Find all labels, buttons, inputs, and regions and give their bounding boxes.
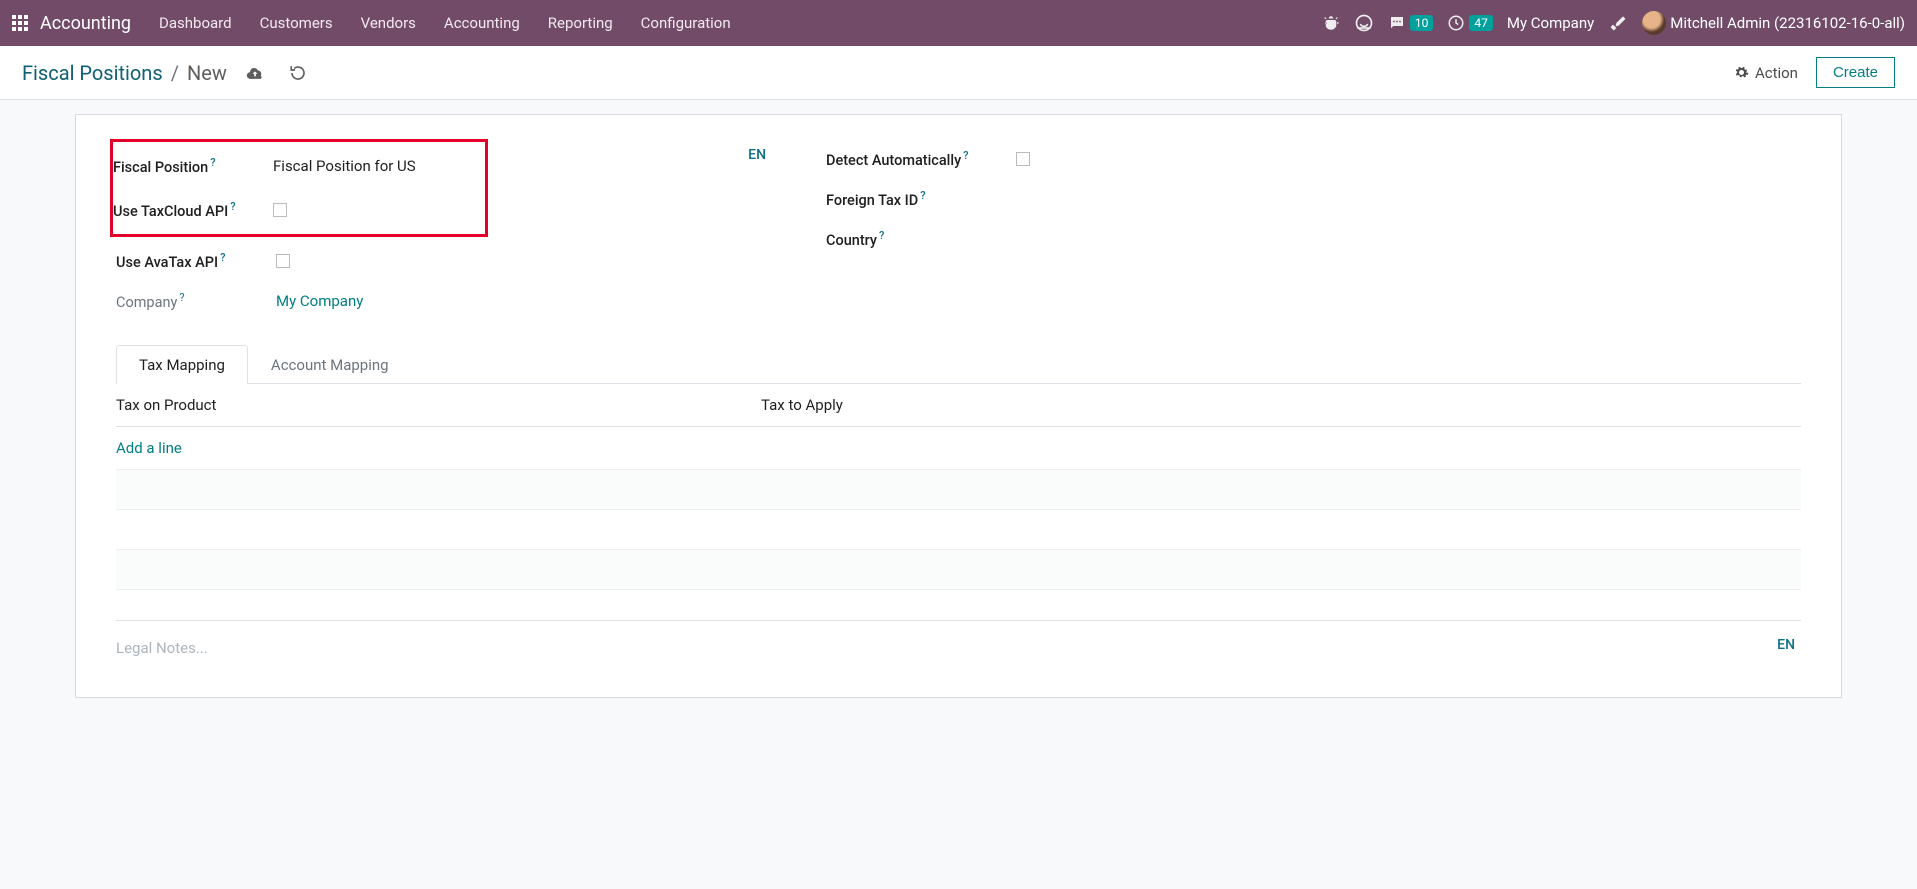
legal-notes-placeholder: Legal Notes... xyxy=(116,639,208,657)
support-icon[interactable] xyxy=(1354,13,1374,33)
use-taxcloud-label: Use TaxCloud API? xyxy=(113,200,273,220)
menu-accounting[interactable]: Accounting xyxy=(444,14,520,32)
navbar-right: 10 47 My Company Mitchell Admin (2231610… xyxy=(1322,11,1905,35)
main-menu: Dashboard Customers Vendors Accounting R… xyxy=(159,14,731,32)
foreign-tax-label: Foreign Tax ID? xyxy=(826,189,1016,209)
help-icon[interactable]: ? xyxy=(920,189,925,202)
form-col-left: Fiscal Position? Fiscal Position for US … xyxy=(116,139,776,321)
field-fiscal-position: Fiscal Position? Fiscal Position for US xyxy=(113,144,479,188)
field-use-avatax: Use AvaTax API? xyxy=(116,241,776,281)
fiscal-position-value[interactable]: Fiscal Position for US xyxy=(273,157,479,175)
field-country: Country? xyxy=(826,219,1801,259)
user-menu[interactable]: Mitchell Admin (22316102-16-0-all) xyxy=(1642,11,1905,35)
control-panel-right: Action Create xyxy=(1734,57,1895,88)
field-use-taxcloud: Use TaxCloud API? xyxy=(113,188,479,232)
use-avatax-checkbox[interactable] xyxy=(276,254,290,268)
detect-auto-checkbox[interactable] xyxy=(1016,152,1030,166)
help-icon[interactable]: ? xyxy=(879,229,884,242)
breadcrumb-sep: / xyxy=(171,61,179,85)
lang-toggle[interactable]: EN xyxy=(748,147,776,163)
tools-icon[interactable] xyxy=(1608,13,1628,33)
notebook-tabs: Tax Mapping Account Mapping xyxy=(116,345,1801,384)
breadcrumb-current: New xyxy=(187,61,227,85)
menu-reporting[interactable]: Reporting xyxy=(548,14,613,32)
action-button[interactable]: Action xyxy=(1734,64,1798,82)
cloud-save-icon[interactable] xyxy=(245,63,265,83)
tab-content: Tax on Product Tax to Apply Add a line xyxy=(116,384,1801,590)
form-sheet: Fiscal Position? Fiscal Position for US … xyxy=(75,114,1842,698)
detect-auto-label: Detect Automatically? xyxy=(826,149,1016,169)
help-icon[interactable]: ? xyxy=(230,200,235,213)
add-a-line[interactable]: Add a line xyxy=(116,427,1801,470)
breadcrumb: Fiscal Positions / New xyxy=(22,61,227,85)
table-row xyxy=(116,550,1801,590)
messages-badge: 10 xyxy=(1410,15,1434,31)
field-foreign-tax: Foreign Tax ID? xyxy=(826,179,1801,219)
help-icon[interactable]: ? xyxy=(210,156,215,169)
help-icon[interactable]: ? xyxy=(179,291,184,304)
menu-configuration[interactable]: Configuration xyxy=(641,14,731,32)
col-tax-to-apply: Tax to Apply xyxy=(761,396,1801,414)
tab-tax-mapping[interactable]: Tax Mapping xyxy=(116,345,248,384)
company-label: Company? xyxy=(116,291,276,311)
use-avatax-value xyxy=(276,254,776,268)
company-switcher[interactable]: My Company xyxy=(1507,14,1594,32)
menu-dashboard[interactable]: Dashboard xyxy=(159,14,232,32)
action-label: Action xyxy=(1755,64,1798,82)
main-content: Fiscal Position? Fiscal Position for US … xyxy=(0,100,1917,738)
table-row xyxy=(116,470,1801,510)
legal-notes-lang-toggle[interactable]: EN xyxy=(1777,637,1795,653)
use-avatax-label: Use AvaTax API? xyxy=(116,251,276,271)
fiscal-position-label: Fiscal Position? xyxy=(113,156,273,176)
apps-icon[interactable] xyxy=(12,15,28,31)
field-company: Company? My Company xyxy=(116,281,776,321)
company-value[interactable]: My Company xyxy=(276,292,776,310)
activities-badge: 47 xyxy=(1469,15,1493,31)
help-icon[interactable]: ? xyxy=(963,149,968,162)
company-link[interactable]: My Company xyxy=(276,292,363,310)
tab-account-mapping[interactable]: Account Mapping xyxy=(248,345,412,384)
use-taxcloud-checkbox[interactable] xyxy=(273,203,287,217)
legal-notes-area[interactable]: Legal Notes... EN xyxy=(116,620,1801,657)
messages-icon[interactable]: 10 xyxy=(1388,14,1434,32)
menu-vendors[interactable]: Vendors xyxy=(361,14,416,32)
breadcrumb-root[interactable]: Fiscal Positions xyxy=(22,61,163,85)
col-tax-on-product: Tax on Product xyxy=(116,396,761,414)
use-taxcloud-value xyxy=(273,203,479,217)
debug-icon[interactable] xyxy=(1322,14,1340,32)
status-icons xyxy=(245,63,307,83)
table-header: Tax on Product Tax to Apply xyxy=(116,384,1801,427)
main-navbar: Accounting Dashboard Customers Vendors A… xyxy=(0,0,1917,46)
user-name: Mitchell Admin (22316102-16-0-all) xyxy=(1670,14,1905,32)
help-icon[interactable]: ? xyxy=(220,251,225,264)
discard-icon[interactable] xyxy=(289,64,307,82)
detect-auto-value xyxy=(1016,152,1801,166)
menu-customers[interactable]: Customers xyxy=(260,14,333,32)
form-row-top: Fiscal Position? Fiscal Position for US … xyxy=(116,139,1801,321)
activities-icon[interactable]: 47 xyxy=(1447,14,1493,32)
field-detect-auto: Detect Automatically? xyxy=(826,139,1801,179)
table-row xyxy=(116,510,1801,550)
country-label: Country? xyxy=(826,229,1016,249)
highlight-box: Fiscal Position? Fiscal Position for US … xyxy=(110,139,488,237)
gear-icon xyxy=(1734,65,1749,80)
create-button[interactable]: Create xyxy=(1816,57,1895,88)
app-brand[interactable]: Accounting xyxy=(40,13,131,34)
avatar-icon xyxy=(1642,11,1666,35)
form-col-right: Detect Automatically? Foreign Tax ID? Co… xyxy=(826,139,1801,321)
control-panel: Fiscal Positions / New Action Create xyxy=(0,46,1917,100)
